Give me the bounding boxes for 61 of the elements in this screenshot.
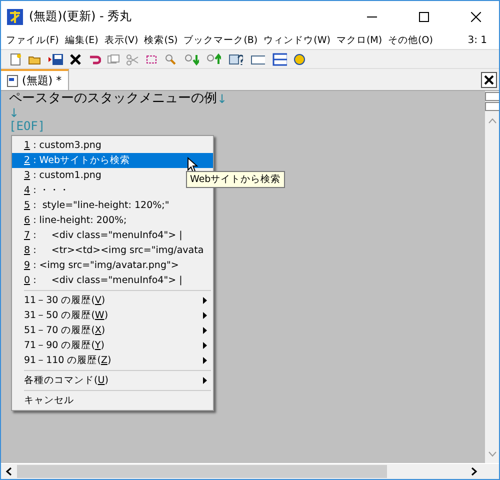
submenu-arrow-icon [203, 357, 207, 364]
submenu-item[interactable]: 31－50 の履歴(W) [12, 308, 213, 323]
maximize-icon [419, 12, 429, 22]
save-icon[interactable] [47, 52, 63, 66]
submenu-item[interactable]: 11－30 の履歴(V) [12, 293, 213, 308]
app-icon [7, 8, 23, 24]
menu-item[interactable]: その他(O) [385, 34, 436, 47]
submenu-item[interactable]: 71－90 の履歴(Y) [12, 338, 213, 353]
split-button[interactable] [484, 92, 499, 101]
newline-mark: ↓ [9, 106, 20, 120]
history-item[interactable]: 6 : line-height: 200%; [12, 213, 213, 228]
search-down-icon[interactable] [183, 52, 199, 66]
close-icon[interactable] [69, 52, 82, 66]
tooltip: Webサイトから検索 [186, 171, 285, 188]
history-item[interactable]: 2 : Webサイトから検索 [12, 153, 213, 168]
search-up-icon[interactable] [205, 52, 221, 66]
scrollbar-thumb[interactable] [17, 465, 387, 478]
scissors-icon[interactable] [126, 52, 139, 66]
window-icon[interactable] [249, 52, 265, 66]
copy-icon[interactable] [107, 52, 120, 66]
new-file-icon[interactable] [9, 52, 22, 66]
history-item[interactable]: 1 : custom3.png [12, 138, 213, 153]
submenu-item[interactable]: 51－70 の履歴(X) [12, 323, 213, 338]
submenu-item[interactable]: 91－110 の履歴(Z) [12, 353, 213, 368]
submenu-arrow-icon [203, 297, 207, 304]
history-item[interactable]: 0 : <div class="menuInfo4"> | [12, 273, 213, 288]
window-title: (無題)(更新) - 秀丸 [29, 8, 133, 25]
scroll-up-icon[interactable] [488, 118, 496, 124]
split-window-icon[interactable] [271, 52, 287, 66]
cancel-item[interactable]: キャンセル [12, 393, 213, 408]
submenu-arrow-icon [203, 327, 207, 334]
menu-item[interactable]: 表示(V) [101, 34, 142, 47]
close-tab-button[interactable] [481, 72, 497, 88]
paste-icon[interactable] [145, 52, 158, 66]
mouse-pointer-icon [187, 157, 198, 173]
eof-mark: [EOF] [9, 120, 46, 133]
history-item[interactable]: 5 : style="line-height: 120%;" [12, 198, 213, 213]
menu-item[interactable]: マクロ(M) [333, 34, 386, 47]
history-item[interactable]: 7 : <div class="menuInfo4"> | [12, 228, 213, 243]
history-item[interactable]: 9 : <img src="img/avatar.png"> [12, 258, 213, 273]
cursor-position: 3: 1 [468, 35, 488, 46]
split-button[interactable] [484, 102, 499, 111]
close-icon [471, 12, 481, 22]
submenu-arrow-icon [203, 342, 207, 349]
document-tab[interactable]: (無題) * [1, 69, 69, 90]
submenu-arrow-icon [203, 377, 207, 384]
menu-item[interactable]: 編集(E) [62, 34, 102, 47]
menu-item[interactable]: ファイル(F) [3, 34, 62, 47]
scroll-down-icon[interactable] [488, 451, 496, 457]
replace-icon[interactable] [227, 52, 243, 66]
submenu-item[interactable]: 各種のコマンド(U) [12, 373, 213, 388]
document-icon [7, 74, 18, 86]
editor-text: ペースターのスタックメニューの例 [9, 92, 217, 106]
history-item[interactable]: 8 : <tr><td><img src="img/avata [12, 243, 213, 258]
menu-item[interactable]: ブックマーク(B) [180, 34, 261, 47]
submenu-arrow-icon [203, 312, 207, 319]
search-icon[interactable] [164, 52, 177, 66]
menu-item[interactable]: ウィンドウ(W) [260, 34, 334, 47]
newline-mark: ↓ [217, 92, 228, 106]
menu-item[interactable]: 検索(S) [141, 34, 181, 47]
scroll-right-icon[interactable] [469, 467, 479, 476]
